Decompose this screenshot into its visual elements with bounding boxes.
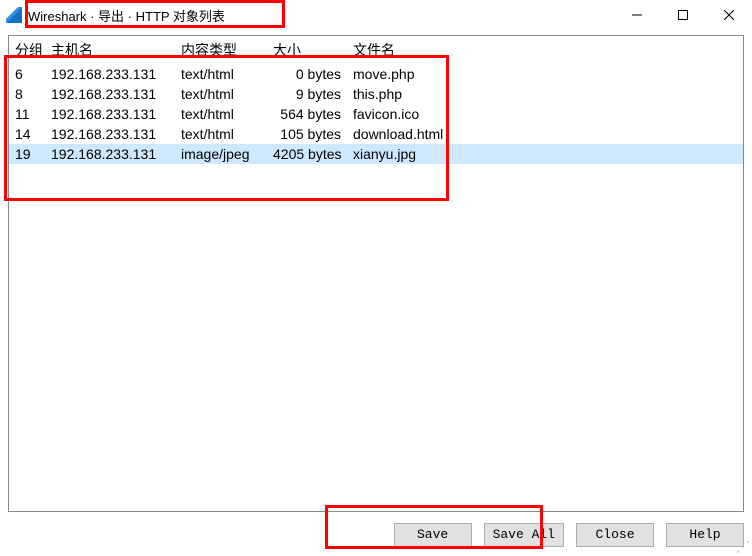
cell-size: 4205 bytes — [267, 144, 347, 164]
col-filename[interactable]: 文件名 — [347, 36, 743, 64]
col-content-type[interactable]: 内容类型 — [175, 36, 267, 64]
window-title: Wireshark · 导出 · HTTP 对象列表 — [28, 6, 225, 25]
cell-hostname: 192.168.233.131 — [45, 104, 175, 124]
cell-content-type: text/html — [175, 84, 267, 104]
minimize-button[interactable] — [614, 0, 660, 30]
object-list-frame: 分组 主机名 内容类型 大小 文件名 6192.168.233.131text/… — [8, 35, 744, 512]
cell-packet: 11 — [9, 104, 45, 124]
cell-hostname: 192.168.233.131 — [45, 64, 175, 84]
cell-hostname: 192.168.233.131 — [45, 144, 175, 164]
table-header-row: 分组 主机名 内容类型 大小 文件名 — [9, 36, 743, 64]
cell-size: 0 bytes — [267, 64, 347, 84]
cell-filename: this.php — [347, 84, 743, 104]
title-wrap: Wireshark · 导出 · HTTP 对象列表 — [0, 0, 225, 30]
cell-packet: 19 — [9, 144, 45, 164]
save-all-button[interactable]: Save All — [484, 523, 564, 547]
table-row[interactable]: 14192.168.233.131text/html105 bytesdownl… — [9, 124, 743, 144]
window: Wireshark · 导出 · HTTP 对象列表 分组 — [0, 0, 752, 556]
cell-filename: xianyu.jpg — [347, 144, 743, 164]
window-controls — [614, 0, 752, 30]
table-row[interactable]: 11192.168.233.131text/html564 bytesfavic… — [9, 104, 743, 124]
client-area: 分组 主机名 内容类型 大小 文件名 6192.168.233.131text/… — [0, 30, 752, 512]
close-button[interactable] — [706, 0, 752, 30]
cell-packet: 8 — [9, 84, 45, 104]
cell-size: 9 bytes — [267, 84, 347, 104]
cell-filename: download.html — [347, 124, 743, 144]
table-row[interactable]: 6192.168.233.131text/html0 bytesmove.php — [9, 64, 743, 84]
cell-size: 564 bytes — [267, 104, 347, 124]
table-row[interactable]: 19192.168.233.131image/jpeg4205 bytesxia… — [9, 144, 743, 164]
cell-hostname: 192.168.233.131 — [45, 84, 175, 104]
titlebar: Wireshark · 导出 · HTTP 对象列表 — [0, 0, 752, 30]
cell-filename: move.php — [347, 64, 743, 84]
col-packet[interactable]: 分组 — [9, 36, 45, 64]
maximize-button[interactable] — [660, 0, 706, 30]
cell-packet: 6 — [9, 64, 45, 84]
button-bar: Save Save All Close Help — [394, 520, 744, 550]
wireshark-icon — [6, 7, 22, 23]
close-dialog-button[interactable]: Close — [576, 523, 654, 547]
object-list-table[interactable]: 分组 主机名 内容类型 大小 文件名 6192.168.233.131text/… — [9, 36, 743, 164]
col-size[interactable]: 大小 — [267, 36, 347, 64]
cell-size: 105 bytes — [267, 124, 347, 144]
save-button[interactable]: Save — [394, 523, 472, 547]
col-hostname[interactable]: 主机名 — [45, 36, 175, 64]
cell-content-type: image/jpeg — [175, 144, 267, 164]
help-button[interactable]: Help — [666, 523, 744, 547]
cell-content-type: text/html — [175, 124, 267, 144]
cell-hostname: 192.168.233.131 — [45, 124, 175, 144]
cell-filename: favicon.ico — [347, 104, 743, 124]
cell-content-type: text/html — [175, 64, 267, 84]
cell-packet: 14 — [9, 124, 45, 144]
table-row[interactable]: 8192.168.233.131text/html9 bytesthis.php — [9, 84, 743, 104]
cell-content-type: text/html — [175, 104, 267, 124]
